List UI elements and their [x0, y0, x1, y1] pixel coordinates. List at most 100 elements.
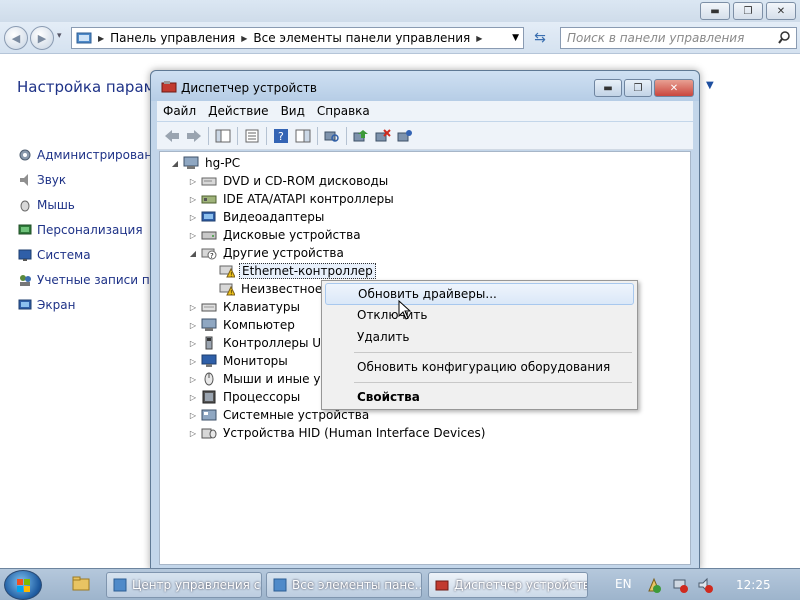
task-control-center[interactable]: Центр управления с... [106, 572, 262, 598]
tree-node[interactable]: ▷ Клавиатуры [188, 298, 302, 316]
clock[interactable]: 12:25 [736, 578, 771, 592]
forward-arrow-icon[interactable] [185, 127, 203, 145]
expand-arrow-icon[interactable]: ▷ [188, 411, 198, 420]
task-all-items[interactable]: Все элементы пане... [266, 572, 422, 598]
tree-node[interactable]: ▷ Мыши и иные ука [188, 370, 337, 388]
expand-arrow-icon[interactable]: ▷ [188, 339, 198, 348]
menu-help[interactable]: Справка [311, 104, 376, 118]
monitor-icon [201, 354, 217, 368]
ide-controller-icon [201, 192, 217, 206]
console-tree-icon[interactable] [214, 127, 232, 145]
tree-node[interactable]: ▷ Видеоадаптеры [188, 208, 326, 226]
expand-arrow-icon[interactable]: ▷ [188, 357, 198, 366]
explorer-pinned-button[interactable] [66, 572, 96, 598]
toolbar-separator [266, 126, 267, 145]
action-pane-icon[interactable] [294, 127, 312, 145]
start-button[interactable] [4, 570, 42, 600]
disable-device-icon[interactable] [396, 127, 414, 145]
recent-pages-icon[interactable]: ▾ [57, 31, 62, 41]
cp-link-label: Звук [37, 173, 67, 187]
ctx-uninstall[interactable]: Удалить [325, 326, 634, 348]
collapse-arrow-icon[interactable]: ◢ [188, 249, 198, 258]
close-button[interactable]: ✕ [766, 2, 796, 20]
expand-arrow-icon[interactable]: ▷ [188, 375, 198, 384]
system-device-icon [201, 408, 217, 422]
menu-file[interactable]: Файл [157, 104, 202, 118]
tree-node[interactable]: ▷ Мониторы [188, 352, 290, 370]
cp-link-personalization[interactable]: Персонализация [18, 220, 143, 240]
tree-node-label: Видеоадаптеры [223, 210, 325, 224]
refresh-button[interactable]: ⇆ [528, 27, 552, 49]
search-input[interactable]: Поиск в панели управления [560, 27, 797, 49]
tree-node[interactable]: ▷ IDE ATA/ATAPI контроллеры [188, 190, 396, 208]
processor-icon [201, 390, 217, 404]
expand-arrow-icon[interactable]: ▷ [188, 231, 198, 240]
tree-node[interactable]: ▷ DVD и CD-ROM дисководы [188, 172, 390, 190]
language-indicator[interactable]: EN [615, 577, 632, 591]
properties-icon[interactable] [243, 127, 261, 145]
tree-node-label: Клавиатуры [223, 300, 300, 314]
cp-link-user-accounts[interactable]: Учетные записи пол [18, 270, 165, 290]
expand-arrow-icon[interactable]: ▷ [188, 213, 198, 222]
update-driver-icon[interactable] [352, 127, 370, 145]
close-button[interactable]: ✕ [654, 79, 694, 97]
volume-icon[interactable] [697, 577, 713, 593]
cp-link-sound[interactable]: Звук [18, 170, 66, 190]
minimize-button[interactable]: ▬ [700, 2, 730, 20]
svg-text:?: ? [210, 252, 214, 260]
expand-arrow-icon[interactable]: ▷ [188, 321, 198, 330]
minimize-button[interactable]: ▬ [594, 79, 622, 97]
maximize-button[interactable]: ❐ [733, 2, 763, 20]
menu-action[interactable]: Действие [202, 104, 274, 118]
ctx-scan-hardware[interactable]: Обновить конфигурацию оборудования [325, 356, 634, 378]
tree-node[interactable]: ◢ hg-PC [170, 154, 242, 172]
menu-view[interactable]: Вид [275, 104, 311, 118]
cp-link-system[interactable]: Система [18, 245, 91, 265]
maximize-button[interactable]: ❐ [624, 79, 652, 97]
uninstall-icon[interactable] [374, 127, 392, 145]
forward-button[interactable]: ▶ [30, 26, 54, 50]
cp-link-mouse[interactable]: Мышь [18, 195, 75, 215]
tree-node-label: IDE ATA/ATAPI контроллеры [223, 192, 394, 206]
folder-icon [72, 576, 90, 595]
ctx-update-drivers[interactable]: Обновить драйверы... [325, 283, 634, 305]
expand-arrow-icon[interactable]: ▷ [188, 393, 198, 402]
action-center-icon[interactable] [646, 577, 662, 593]
help-icon[interactable]: ? [272, 127, 290, 145]
ctx-disable[interactable]: Отключить [325, 304, 634, 326]
tree-node[interactable]: ▷ Процессоры [188, 388, 302, 406]
cp-link-display[interactable]: Экран [18, 295, 75, 315]
mouse-icon [201, 372, 217, 386]
network-icon[interactable] [672, 577, 688, 593]
tree-node-label: Компьютер [223, 318, 295, 332]
view-by-dropdown-icon[interactable]: ▼ [706, 80, 714, 91]
tree-node-label: Мыши и иные ука [223, 372, 336, 386]
breadcrumb-control-panel[interactable]: Панель управления [110, 31, 235, 45]
task-device-manager[interactable]: Диспетчер устройств [428, 572, 588, 598]
tree-node[interactable]: ▷ Дисковые устройства [188, 226, 363, 244]
tree-node[interactable]: ▷ Устройства HID (Human Interface Devices… [188, 424, 487, 442]
expand-arrow-icon[interactable]: ▷ [188, 429, 198, 438]
computer-icon [183, 156, 199, 170]
expand-arrow-icon[interactable]: ▷ [188, 195, 198, 204]
svg-text:!: ! [230, 290, 232, 297]
tree-node[interactable]: ! Ethernet-контроллер [206, 262, 376, 280]
cp-link-administration[interactable]: Администрирование [18, 145, 167, 165]
admin-tools-icon [18, 148, 32, 162]
mouse-icon [18, 198, 32, 212]
collapse-arrow-icon[interactable]: ◢ [170, 159, 180, 168]
hid-icon [201, 426, 217, 440]
address-dropdown-icon[interactable]: ▼ [512, 33, 519, 43]
expand-arrow-icon[interactable]: ▷ [188, 177, 198, 186]
expand-arrow-icon[interactable]: ▷ [188, 303, 198, 312]
breadcrumb-all-items[interactable]: Все элементы панели управления [253, 31, 470, 45]
device-manager-titlebar[interactable]: Диспетчер устройств ▬ ❐ ✕ [151, 71, 699, 101]
tree-node[interactable]: ▷ Контроллеры USB [188, 334, 339, 352]
address-bar[interactable]: ▶ Панель управления ▶ Все элементы панел… [71, 27, 524, 49]
ctx-properties[interactable]: Свойства [325, 386, 634, 408]
back-button[interactable]: ◀ [4, 26, 28, 50]
tree-node[interactable]: ◢? Другие устройства [188, 244, 346, 262]
back-arrow-icon[interactable] [163, 127, 181, 145]
tree-node[interactable]: ▷ Компьютер [188, 316, 297, 334]
scan-hardware-icon[interactable] [323, 127, 341, 145]
